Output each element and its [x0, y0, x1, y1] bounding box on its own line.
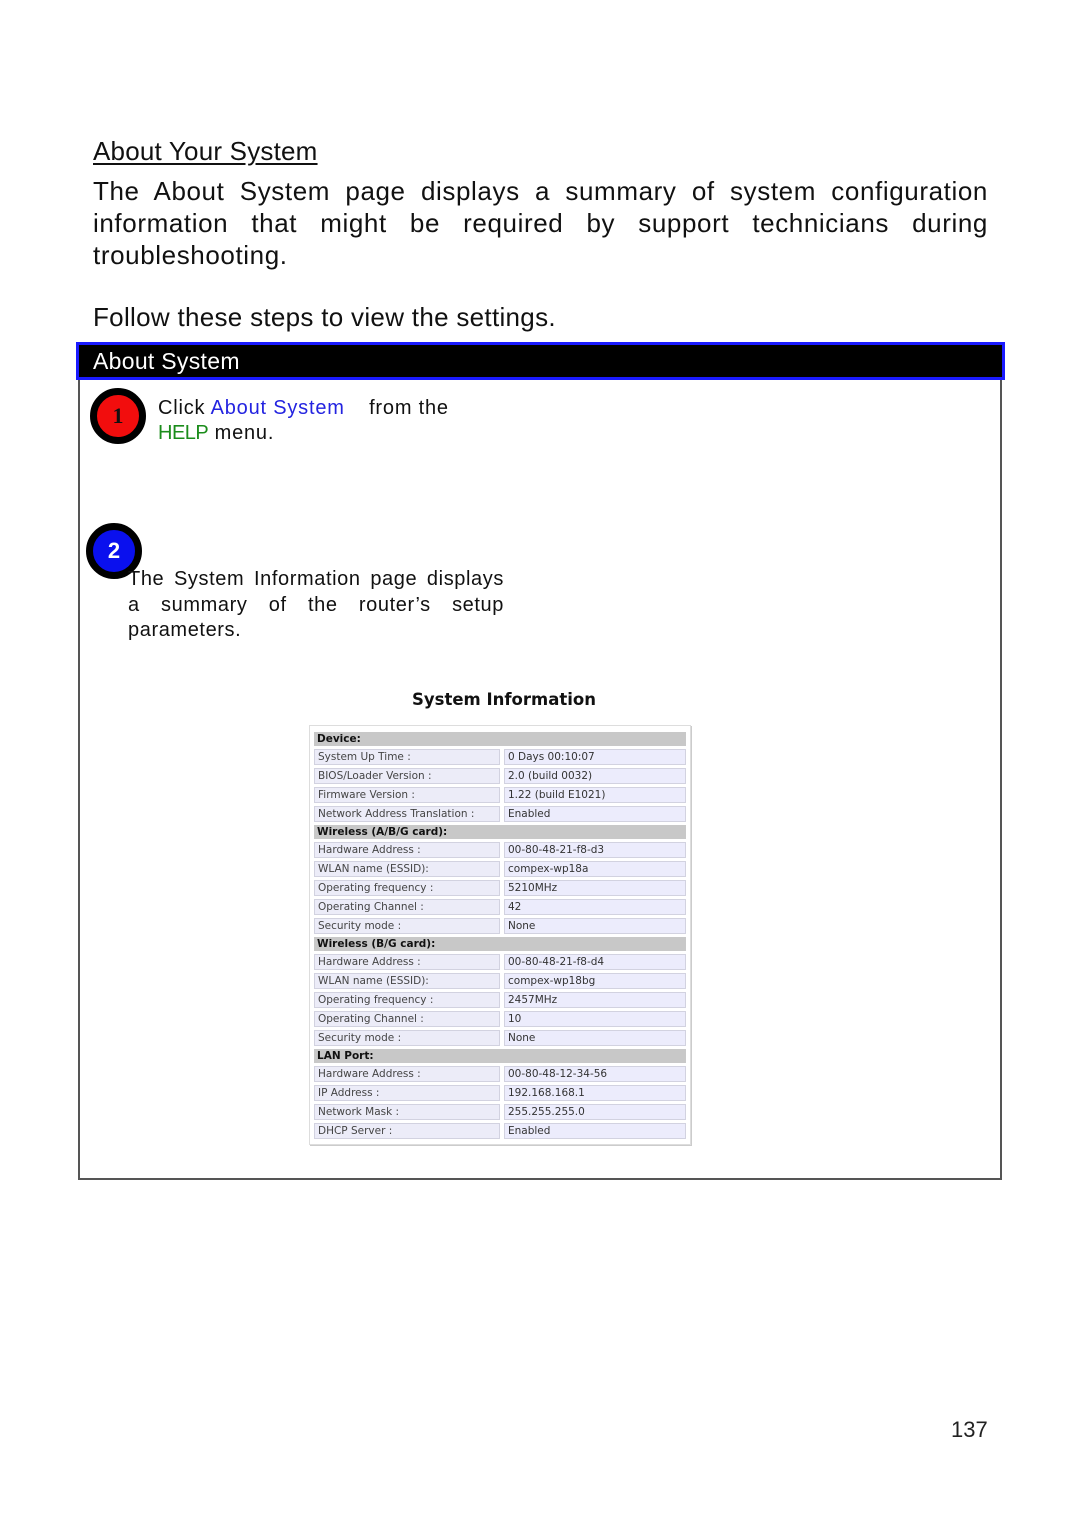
row-label: Hardware Address : — [314, 954, 500, 970]
help-menu-name: HELP — [158, 422, 209, 444]
table-row: Network Mask :255.255.255.0 — [314, 1104, 686, 1120]
row-value: 00-80-48-12-34-56 — [504, 1066, 686, 1082]
table-row: Network Address Translation : Enabled — [314, 806, 686, 822]
row-label: IP Address : — [314, 1085, 500, 1101]
row-value: 42 — [504, 899, 686, 915]
follow-steps-text: Follow these steps to view the settings. — [93, 302, 556, 332]
row-value: 2.0 (build 0032) — [504, 768, 686, 784]
step-2-text: The System Information page displays a s… — [128, 568, 504, 641]
row-value: 2457MHz — [504, 992, 686, 1008]
row-value: 00-80-48-21-f8-d3 — [504, 842, 686, 858]
about-system-link[interactable]: About System — [211, 397, 345, 419]
page-number: 137 — [951, 1417, 988, 1442]
step-2-number: 2 — [107, 538, 121, 563]
section-name: Wireless (B/G card): — [314, 937, 686, 951]
panel-header: About System — [76, 342, 1005, 380]
step-1-number: 1 — [112, 403, 124, 428]
row-value: 00-80-48-21-f8-d4 — [504, 954, 686, 970]
table-row: Security mode : None — [314, 1030, 686, 1046]
row-value: 5210MHz — [504, 880, 686, 896]
row-label: Network Mask : — [314, 1104, 500, 1120]
table-row: Firmware Version :1.22 (build E1021) — [314, 787, 686, 803]
row-label: Security mode : — [314, 1030, 500, 1046]
section-name: Wireless (A/B/G card): — [314, 825, 686, 839]
table-row: Hardware Address :00-80-48-12-34-56 — [314, 1066, 686, 1082]
row-label: Security mode : — [314, 918, 500, 934]
table-row: WLAN name (ESSID): compex-wp18bg — [314, 973, 686, 989]
row-label: BIOS/Loader Version : — [314, 768, 500, 784]
row-label: Operating Channel : — [314, 1011, 500, 1027]
table-row: Operating Channel :42 — [314, 899, 686, 915]
table-row: Operating frequency :2457MHz — [314, 992, 686, 1008]
intro-paragraph: The About System page displays a summary… — [93, 176, 988, 270]
step-1-suffix: menu. — [214, 422, 275, 444]
row-label: Firmware Version : — [314, 787, 500, 803]
row-value: Enabled — [504, 1123, 686, 1139]
row-label: WLAN name (ESSID): — [314, 861, 500, 877]
row-value: compex-wp18a — [504, 861, 686, 877]
table-section-header: Wireless (B/G card): — [314, 937, 686, 951]
step-1-middle: from the — [369, 397, 449, 419]
table-section-header: LAN Port: — [314, 1049, 686, 1063]
table-section-header: Wireless (A/B/G card): — [314, 825, 686, 839]
step-1-text: Click About System from the HELP menu. — [158, 396, 449, 446]
row-label: WLAN name (ESSID): — [314, 973, 500, 989]
table-row: System Up Time :0 Days 00:10:07 — [314, 749, 686, 765]
row-label: Operating frequency : — [314, 992, 500, 1008]
section-name: Device: — [314, 732, 686, 746]
section-name: LAN Port: — [314, 1049, 686, 1063]
table-row: BIOS/Loader Version :2.0 (build 0032) — [314, 768, 686, 784]
row-value: 0 Days 00:10:07 — [504, 749, 686, 765]
system-information-title: System Information — [412, 690, 596, 709]
row-value: compex-wp18bg — [504, 973, 686, 989]
row-value: 192.168.168.1 — [504, 1085, 686, 1101]
system-information-table: Device: System Up Time :0 Days 00:10:07 BI… — [309, 725, 691, 1145]
section-title: About Your System — [93, 136, 318, 166]
table-section-header: Device: — [314, 732, 686, 746]
row-value: None — [504, 918, 686, 934]
row-label: Hardware Address : — [314, 842, 500, 858]
row-value: 255.255.255.0 — [504, 1104, 686, 1120]
table-row: IP Address :192.168.168.1 — [314, 1085, 686, 1101]
row-label: DHCP Server : — [314, 1123, 500, 1139]
row-label: System Up Time : — [314, 749, 500, 765]
row-value: 10 — [504, 1011, 686, 1027]
row-label: Hardware Address : — [314, 1066, 500, 1082]
table-row: Hardware Address :00-80-48-21-f8-d3 — [314, 842, 686, 858]
table-row: Hardware Address :00-80-48-21-f8-d4 — [314, 954, 686, 970]
row-label: Operating Channel : — [314, 899, 500, 915]
table-row: WLAN name (ESSID): compex-wp18a — [314, 861, 686, 877]
row-label: Operating frequency : — [314, 880, 500, 896]
row-value: 1.22 (build E1021) — [504, 787, 686, 803]
row-value: Enabled — [504, 806, 686, 822]
table-row: Operating frequency :5210MHz — [314, 880, 686, 896]
row-value: None — [504, 1030, 686, 1046]
row-label: Network Address Translation : — [314, 806, 500, 822]
table-row: Security mode : None — [314, 918, 686, 934]
step-1-prefix: Click — [158, 397, 206, 419]
table-row: DHCP Server : Enabled — [314, 1123, 686, 1139]
step-1-badge-icon: 1 — [90, 388, 146, 444]
table-row: Operating Channel :10 — [314, 1011, 686, 1027]
